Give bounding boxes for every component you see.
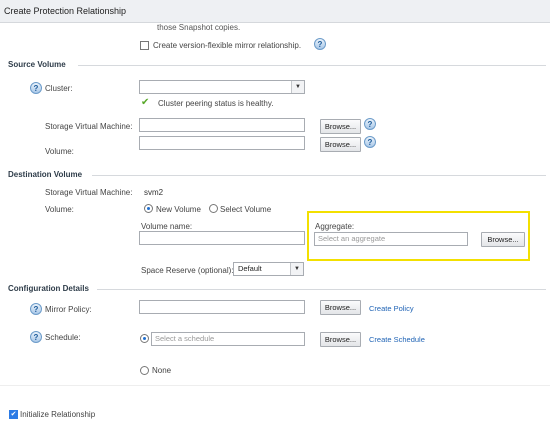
version-flexible-checkbox[interactable]	[140, 41, 149, 50]
volume-name-label: Volume name:	[141, 222, 193, 231]
none-label: None	[152, 366, 172, 375]
check-icon: ✔	[141, 97, 150, 108]
new-volume-radio[interactable]	[144, 204, 153, 213]
help-icon[interactable]: ?	[364, 136, 376, 148]
mirror-policy-input[interactable]	[139, 300, 305, 314]
none-radio[interactable]	[140, 366, 149, 375]
mirror-policy-browse-button[interactable]: Browse...	[320, 300, 361, 315]
version-flexible-label: Create version-flexible mirror relations…	[153, 41, 302, 50]
source-volume-browse-button[interactable]: Browse...	[320, 137, 361, 152]
help-icon[interactable]: ?	[364, 118, 376, 130]
space-reserve-label: Space Reserve (optional):	[141, 266, 234, 275]
help-icon[interactable]: ?	[314, 38, 326, 50]
help-icon[interactable]: ?	[30, 303, 42, 315]
source-svm-label: Storage Virtual Machine:	[45, 122, 133, 131]
initialize-checkbox[interactable]: ✔	[9, 410, 18, 419]
help-icon[interactable]: ?	[30, 331, 42, 343]
clipped-text: those Snapshot copies.	[157, 23, 241, 32]
source-volume-input[interactable]	[139, 136, 305, 150]
configuration-details-heading: Configuration Details	[8, 284, 89, 293]
source-svm-browse-button[interactable]: Browse...	[320, 119, 361, 134]
create-schedule-link[interactable]: Create Schedule	[369, 335, 425, 344]
create-policy-link[interactable]: Create Policy	[369, 304, 414, 313]
section-divider	[92, 175, 546, 176]
space-reserve-select[interactable]: Default ▼	[233, 262, 304, 276]
peering-status-text: Cluster peering status is healthy.	[158, 99, 274, 108]
help-icon[interactable]: ?	[30, 82, 42, 94]
select-volume-radio[interactable]	[209, 204, 218, 213]
schedule-radio[interactable]	[140, 334, 149, 343]
new-volume-label: New Volume	[156, 205, 201, 214]
destination-volume-heading: Destination Volume	[8, 170, 83, 179]
dest-volume-label: Volume:	[45, 205, 74, 214]
schedule-browse-button[interactable]: Browse...	[320, 332, 361, 347]
schedule-label: Schedule:	[45, 333, 81, 342]
chevron-down-icon: ▼	[290, 263, 303, 275]
select-volume-label: Select Volume	[220, 205, 272, 214]
space-reserve-value: Default	[238, 264, 262, 273]
source-svm-input[interactable]	[139, 118, 305, 132]
section-divider	[0, 385, 550, 386]
section-divider	[97, 289, 546, 290]
dialog-title: Create Protection Relationship	[0, 0, 550, 23]
source-volume-heading: Source Volume	[8, 60, 66, 69]
cluster-select[interactable]: ▼	[139, 80, 305, 94]
cluster-label: Cluster:	[45, 84, 73, 93]
section-divider	[78, 65, 546, 66]
highlight-box	[307, 211, 530, 261]
volume-name-input[interactable]	[139, 231, 305, 245]
chevron-down-icon: ▼	[291, 81, 304, 93]
initialize-label: Initialize Relationship	[20, 410, 96, 419]
schedule-input[interactable]: Select a schedule	[151, 332, 305, 346]
dest-svm-label: Storage Virtual Machine:	[45, 188, 133, 197]
mirror-policy-label: Mirror Policy:	[45, 305, 92, 314]
dest-svm-value: svm2	[144, 188, 164, 197]
source-volume-label: Volume:	[45, 147, 74, 156]
